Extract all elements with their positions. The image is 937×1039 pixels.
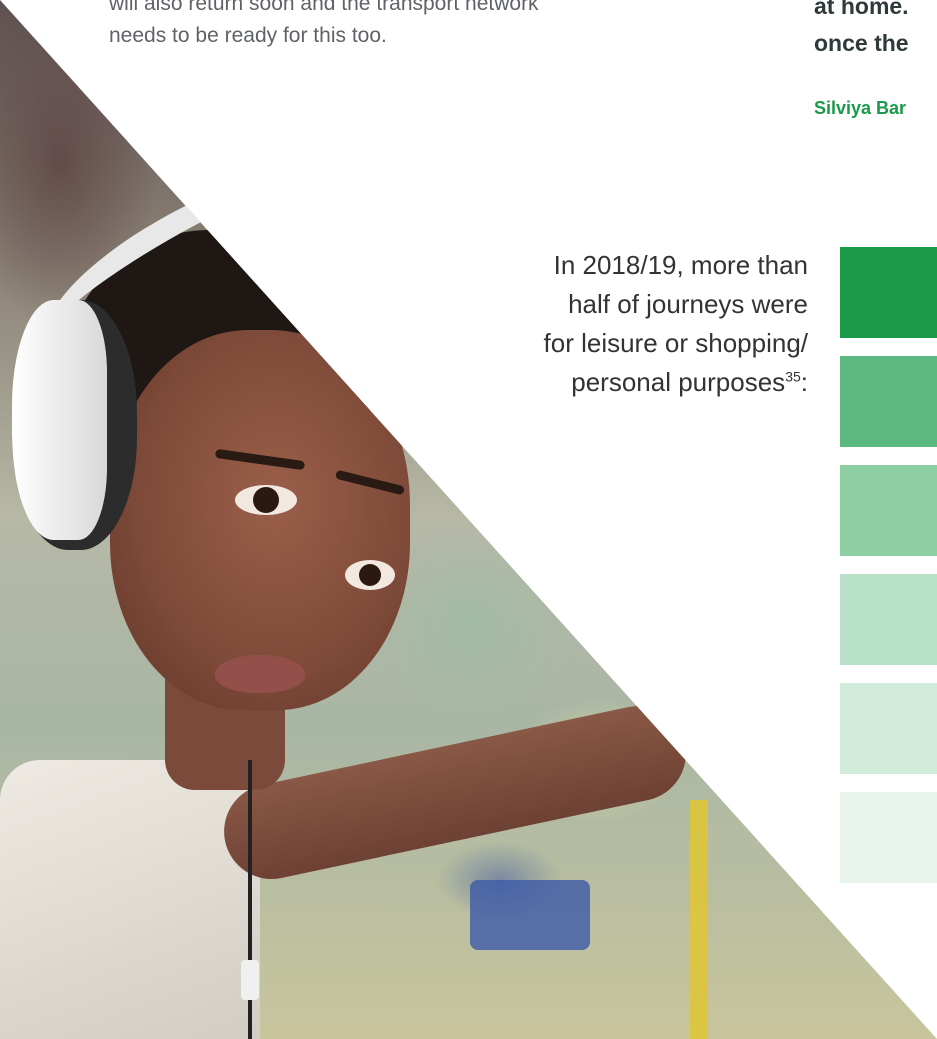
key-block-1: [840, 247, 937, 338]
quote-line-1: at home.: [814, 0, 909, 19]
stat-line-2: half of journeys were: [568, 289, 808, 319]
intro-line-1: will also return soon and the transport …: [109, 0, 539, 15]
commuter-photo: [0, 0, 937, 1039]
photo-face: [110, 330, 410, 710]
key-block-4: [840, 574, 937, 665]
earphone-plug: [241, 960, 259, 1000]
intro-paragraph: will also return soon and the transport …: [109, 0, 669, 52]
photo-lips: [215, 655, 305, 693]
stat-line-4: personal purposes35:: [440, 363, 808, 402]
footnote-ref: 35: [785, 368, 801, 385]
photo-eye-right: [345, 560, 395, 590]
key-block-2: [840, 356, 937, 447]
journey-purpose-key: [840, 247, 937, 901]
stat-line-3: for leisure or shopping/: [543, 328, 808, 358]
journey-purpose-stat: In 2018/19, more than half of journeys w…: [440, 246, 808, 402]
stat-line-1: In 2018/19, more than: [553, 250, 808, 280]
key-block-3: [840, 465, 937, 556]
photo-shirt: [0, 760, 260, 1039]
quote-author: Silviya Bar: [814, 98, 907, 118]
stat-line-4-text: personal purposes: [571, 367, 786, 397]
photo-handrail: [690, 800, 708, 1039]
intro-line-2: needs to be ready for this too.: [109, 24, 387, 47]
photo-seat: [470, 880, 590, 950]
key-block-6: [840, 792, 937, 883]
stat-colon: :: [800, 367, 808, 397]
photo-arm: [215, 697, 695, 888]
headphone-earpad-icon: [12, 300, 107, 540]
pull-quote: at home. once the: [814, 0, 937, 62]
key-block-5: [840, 683, 937, 774]
quote-line-2: once the: [814, 30, 909, 56]
photo-eye-left: [235, 485, 297, 515]
